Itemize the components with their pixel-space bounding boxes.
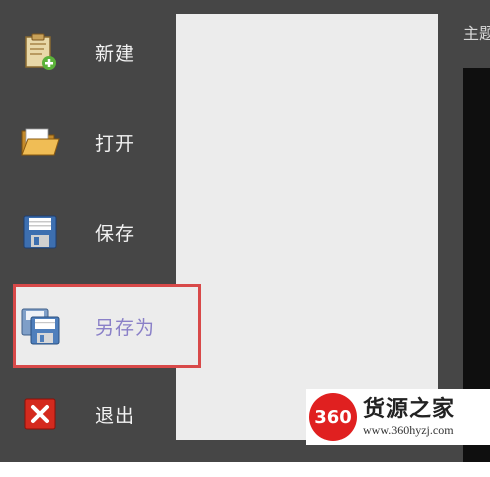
bottom-border [0,462,490,477]
menu-item-label: 打开 [95,132,136,155]
watermark-title: 货源之家 [363,397,456,422]
menu-item-save-as[interactable]: 另存为 [20,298,170,354]
recent-files-panel [176,14,438,440]
watermark-url: www.360hyzj.com [363,423,454,437]
menu-item-label: 另存为 [95,316,156,339]
new-document-icon [20,32,60,72]
menu-item-save[interactable]: 保存 [20,204,170,260]
menu-item-label: 退出 [95,404,136,427]
save-disk-icon [20,212,60,252]
theme-label: 主题 [463,24,490,43]
watermark: 360 货源之家 www.360hyzj.com [306,389,490,445]
open-folder-icon [20,122,60,162]
save-as-icon [20,306,60,346]
menu-item-label: 新建 [95,42,136,65]
menu-item-label: 保存 [95,222,136,245]
menu-item-exit[interactable]: 退出 [20,386,170,442]
file-menu-window: 新建 打开 保存 另存为 退出 主题 360 货源之家 www.360hyzj.… [0,0,490,462]
watermark-logo: 360 [309,393,357,441]
menu-item-new[interactable]: 新建 [20,24,170,80]
menu-item-open[interactable]: 打开 [20,114,170,170]
exit-icon [20,394,60,434]
